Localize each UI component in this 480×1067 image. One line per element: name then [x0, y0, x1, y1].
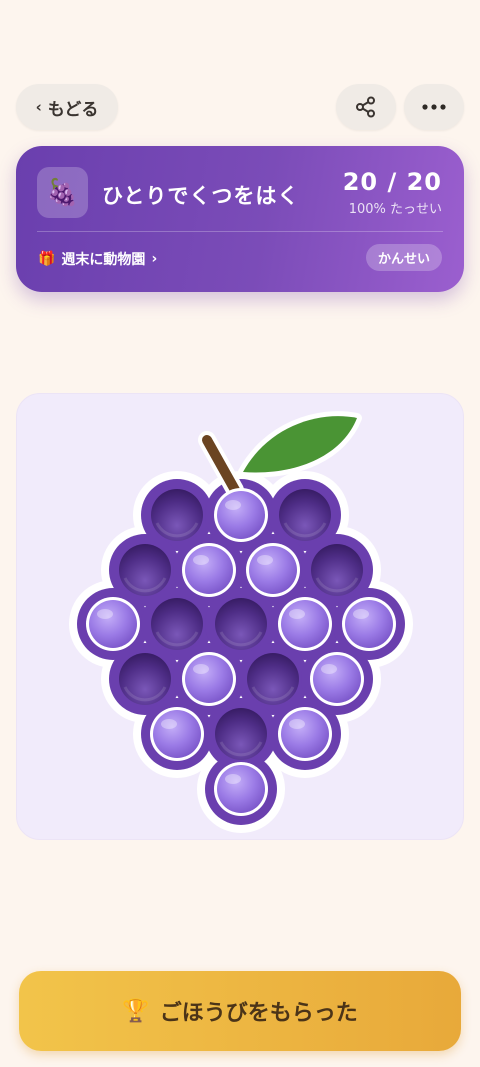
more-icon: [422, 104, 446, 110]
bubble[interactable]: [214, 762, 268, 816]
popped-bubble[interactable]: [119, 544, 171, 596]
bubble[interactable]: [86, 597, 140, 651]
back-button[interactable]: ‹ もどる: [16, 84, 118, 130]
task-title: ひとりでくつをはく: [102, 184, 300, 208]
claim-reward-button[interactable]: 🏆 ごほうびをもらった: [19, 971, 461, 1051]
bubble[interactable]: [214, 488, 268, 542]
bubble[interactable]: [310, 652, 364, 706]
share-icon: [356, 96, 375, 118]
popit-board: [16, 393, 464, 840]
reward-label: 週末に動物園: [61, 252, 146, 268]
popped-bubble[interactable]: [279, 489, 331, 541]
popped-bubble[interactable]: [215, 708, 267, 760]
task-percent: 100% たっせい: [348, 202, 442, 217]
chevron-right-icon: ›: [151, 251, 158, 267]
chevron-left-icon: ‹: [35, 98, 42, 116]
status-badge: かんせい: [365, 244, 442, 271]
bubble[interactable]: [278, 707, 332, 761]
popped-bubble[interactable]: [151, 598, 203, 650]
popped-bubble[interactable]: [311, 544, 363, 596]
top-bar: ‹ もどる: [16, 84, 464, 130]
share-button[interactable]: [336, 84, 396, 130]
trophy-icon: 🏆: [122, 998, 150, 1024]
reward-link[interactable]: 🎁 週末に動物園 ›: [38, 249, 157, 269]
popped-bubble[interactable]: [215, 598, 267, 650]
bubble[interactable]: [278, 597, 332, 651]
bubble[interactable]: [246, 543, 300, 597]
grape-icon: 🍇: [37, 167, 88, 218]
grape-popit: [69, 411, 413, 833]
task-card: 🍇 ひとりでくつをはく 20 / 20 100% たっせい 🎁 週末に動物園 ›…: [16, 146, 464, 292]
bubble[interactable]: [182, 652, 236, 706]
divider: [37, 231, 443, 232]
more-button[interactable]: [404, 84, 464, 130]
bubble[interactable]: [342, 597, 396, 651]
popped-bubble[interactable]: [119, 653, 171, 705]
bubble[interactable]: [182, 543, 236, 597]
popped-bubble[interactable]: [247, 653, 299, 705]
bubble[interactable]: [150, 707, 204, 761]
task-progress: 20 / 20: [342, 168, 442, 196]
back-label: もどる: [47, 99, 99, 120]
claim-label: ごほうびをもらった: [159, 1001, 358, 1026]
popped-bubble[interactable]: [151, 489, 203, 541]
gift-icon: 🎁: [38, 251, 56, 267]
